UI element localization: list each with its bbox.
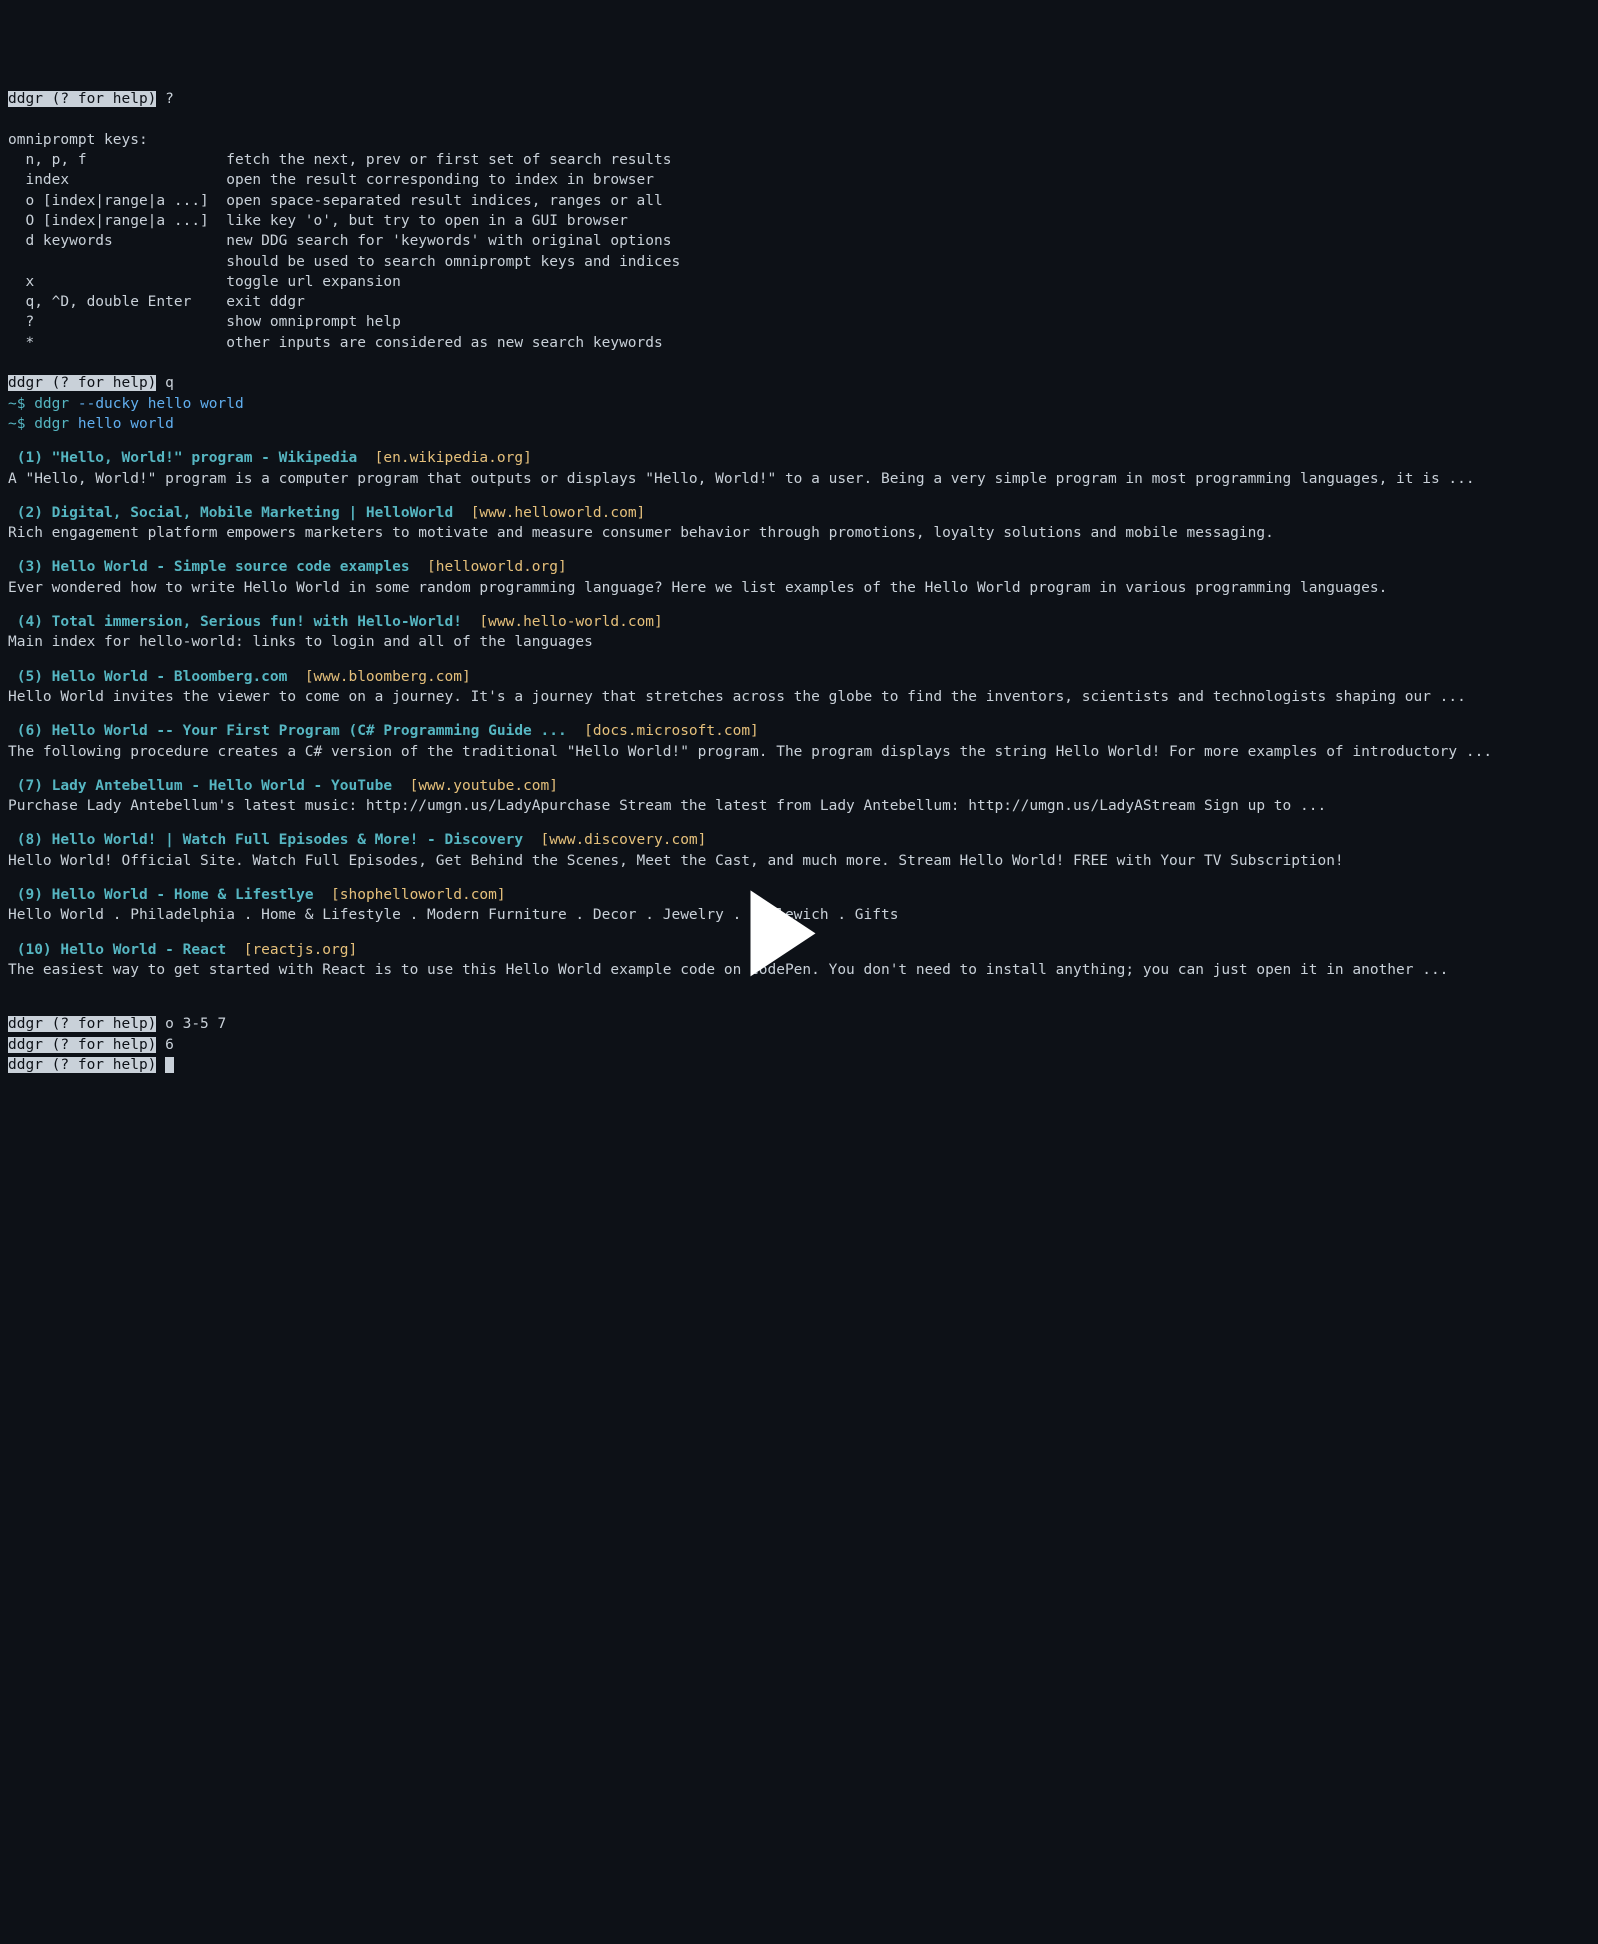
- result-domain: [www.hello-world.com]: [462, 614, 663, 630]
- result-index: (2): [8, 505, 52, 521]
- search-result[interactable]: (2) Digital, Social, Mobile Marketing | …: [8, 503, 1590, 544]
- result-header: (1) "Hello, World!" program - Wikipedia …: [8, 448, 1590, 468]
- result-title: Total immersion, Serious fun! with Hello…: [52, 614, 462, 630]
- shell-command: ddgr: [34, 416, 69, 432]
- result-title: Hello World! | Watch Full Episodes & Mor…: [52, 832, 523, 848]
- result-index: (4): [8, 614, 52, 630]
- result-title: Digital, Social, Mobile Marketing | Hell…: [52, 505, 454, 521]
- help-line: n, p, f fetch the next, prev or first se…: [8, 150, 1590, 170]
- omniprompt-label: ddgr (? for help): [8, 91, 156, 107]
- play-button[interactable]: [751, 850, 816, 1017]
- omniprompt-line[interactable]: ddgr (? for help): [8, 1055, 1590, 1075]
- result-title: Hello World - Home & Lifestlye: [52, 887, 314, 903]
- result-snippet: Purchase Lady Antebellum's latest music:…: [8, 796, 1590, 816]
- result-header: (5) Hello World - Bloomberg.com [www.blo…: [8, 667, 1590, 687]
- result-index: (1): [8, 450, 52, 466]
- shell-prompt: ~$: [8, 396, 25, 412]
- help-line: ? show omniprompt help: [8, 312, 1590, 332]
- search-result[interactable]: (7) Lady Antebellum - Hello World - YouT…: [8, 776, 1590, 817]
- result-snippet: The following procedure creates a C# ver…: [8, 742, 1590, 762]
- result-title: "Hello, World!" program - Wikipedia: [52, 450, 358, 466]
- search-result[interactable]: (5) Hello World - Bloomberg.com [www.blo…: [8, 667, 1590, 708]
- search-result[interactable]: (1) "Hello, World!" program - Wikipedia …: [8, 448, 1590, 489]
- result-snippet: Ever wondered how to write Hello World i…: [8, 578, 1590, 598]
- result-header: (6) Hello World -- Your First Program (C…: [8, 721, 1590, 741]
- omniprompt-label: ddgr (? for help): [8, 375, 156, 391]
- result-index: (3): [8, 559, 52, 575]
- omniprompt-label: ddgr (? for help): [8, 1057, 156, 1073]
- result-header: (8) Hello World! | Watch Full Episodes &…: [8, 830, 1590, 850]
- user-input-help: ?: [156, 91, 173, 107]
- user-input-quit: q: [156, 375, 173, 391]
- result-domain: [en.wikipedia.org]: [357, 450, 532, 466]
- shell-args: --ducky hello world: [78, 396, 244, 412]
- omniprompt-input: o 3-5 7: [156, 1016, 226, 1032]
- help-line: O [index|range|a ...] like key 'o', but …: [8, 211, 1590, 231]
- result-title: Hello World - Bloomberg.com: [52, 669, 288, 685]
- omniprompt-input: [156, 1057, 165, 1073]
- help-line: * other inputs are considered as new sea…: [8, 333, 1590, 353]
- result-header: (2) Digital, Social, Mobile Marketing | …: [8, 503, 1590, 523]
- omniprompt-label: ddgr (? for help): [8, 1037, 156, 1053]
- omniprompt-label: ddgr (? for help): [8, 1016, 156, 1032]
- result-snippet: Rich engagement platform empowers market…: [8, 523, 1590, 543]
- result-domain: [helloworld.org]: [410, 559, 567, 575]
- omniprompt-line: ddgr (? for help) o 3-5 7: [8, 1014, 1590, 1034]
- result-index: (10): [8, 942, 60, 958]
- result-snippet: Hello World invites the viewer to come o…: [8, 687, 1590, 707]
- play-icon: [751, 890, 816, 976]
- result-domain: [www.bloomberg.com]: [287, 669, 470, 685]
- result-title: Hello World -- Your First Program (C# Pr…: [52, 723, 567, 739]
- help-line: d keywords new DDG search for 'keywords'…: [8, 231, 1590, 251]
- result-snippet: A "Hello, World!" program is a computer …: [8, 469, 1590, 489]
- search-result[interactable]: (3) Hello World - Simple source code exa…: [8, 557, 1590, 598]
- result-index: (6): [8, 723, 52, 739]
- help-line: index open the result corresponding to i…: [8, 170, 1590, 190]
- result-title: Hello World - React: [60, 942, 226, 958]
- result-domain: [docs.microsoft.com]: [567, 723, 759, 739]
- help-header: omniprompt keys:: [8, 132, 148, 148]
- help-line: x toggle url expansion: [8, 272, 1590, 292]
- shell-command: ddgr: [34, 396, 69, 412]
- result-index: (7): [8, 778, 52, 794]
- help-line: should be used to search omniprompt keys…: [8, 252, 1590, 272]
- shell-prompt: ~$: [8, 416, 25, 432]
- result-domain: [www.helloworld.com]: [453, 505, 645, 521]
- result-snippet: Main index for hello-world: links to log…: [8, 632, 1590, 652]
- search-result[interactable]: (6) Hello World -- Your First Program (C…: [8, 721, 1590, 762]
- help-line: q, ^D, double Enter exit ddgr: [8, 292, 1590, 312]
- help-key-list: n, p, f fetch the next, prev or first se…: [8, 150, 1590, 353]
- result-index: (9): [8, 887, 52, 903]
- cursor-icon: [165, 1057, 174, 1073]
- result-header: (4) Total immersion, Serious fun! with H…: [8, 612, 1590, 632]
- result-header: (3) Hello World - Simple source code exa…: [8, 557, 1590, 577]
- result-domain: [shophelloworld.com]: [314, 887, 506, 903]
- result-header: (7) Lady Antebellum - Hello World - YouT…: [8, 776, 1590, 796]
- footer-prompts: ddgr (? for help) o 3-5 7ddgr (? for hel…: [8, 1014, 1590, 1075]
- result-index: (8): [8, 832, 52, 848]
- result-domain: [www.youtube.com]: [392, 778, 558, 794]
- result-title: Lady Antebellum - Hello World - YouTube: [52, 778, 392, 794]
- result-index: (5): [8, 669, 52, 685]
- help-line: o [index|range|a ...] open space-separat…: [8, 191, 1590, 211]
- search-result[interactable]: (4) Total immersion, Serious fun! with H…: [8, 612, 1590, 653]
- result-domain: [reactjs.org]: [226, 942, 357, 958]
- shell-args: hello world: [78, 416, 174, 432]
- result-domain: [www.discovery.com]: [523, 832, 706, 848]
- omniprompt-input: 6: [156, 1037, 173, 1053]
- omniprompt-line: ddgr (? for help) 6: [8, 1035, 1590, 1055]
- result-title: Hello World - Simple source code example…: [52, 559, 410, 575]
